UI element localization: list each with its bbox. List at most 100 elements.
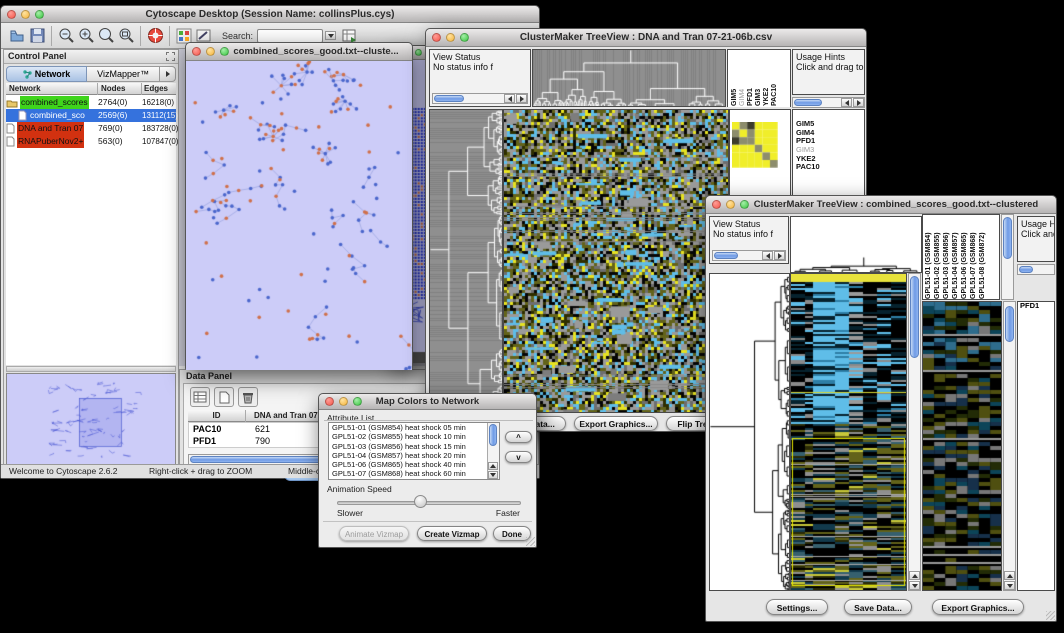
resize-grip[interactable] bbox=[526, 537, 535, 546]
scroll-right-button[interactable] bbox=[774, 251, 785, 260]
attribute-item[interactable]: GPL51-02 (GSM855) heat shock 10 min bbox=[329, 432, 499, 441]
window-controls[interactable] bbox=[325, 397, 362, 406]
new-attribute-icon[interactable] bbox=[214, 387, 234, 407]
zoom-window-icon[interactable] bbox=[460, 33, 469, 42]
tv2-row-dendrogram-canvas[interactable] bbox=[710, 274, 789, 590]
close-icon[interactable] bbox=[192, 47, 201, 56]
tv2-status-hscrollbar[interactable] bbox=[712, 250, 786, 261]
zoom-out-icon[interactable] bbox=[56, 26, 76, 46]
tv2-row-dendrogram[interactable] bbox=[709, 273, 790, 591]
scroll-thumb[interactable] bbox=[489, 424, 497, 446]
move-down-button[interactable]: v bbox=[505, 451, 532, 463]
row-label[interactable]: GIM3 bbox=[796, 146, 864, 155]
scroll-thumb[interactable] bbox=[1003, 217, 1012, 259]
scroll-up-button[interactable] bbox=[1004, 571, 1015, 580]
save-icon[interactable] bbox=[27, 26, 47, 46]
tv2-global-heatmap[interactable] bbox=[790, 273, 907, 591]
row-label[interactable]: PAC10 bbox=[796, 163, 864, 172]
tv2-zoom-heatmap-canvas[interactable] bbox=[923, 302, 1001, 590]
tv2-labels-vscrollbar[interactable] bbox=[1001, 214, 1014, 300]
scroll-down-button[interactable] bbox=[488, 471, 498, 479]
minimize-icon[interactable] bbox=[726, 200, 735, 209]
scroll-thumb[interactable] bbox=[794, 99, 822, 106]
slider-thumb[interactable] bbox=[414, 495, 427, 508]
close-icon[interactable] bbox=[7, 10, 16, 19]
window-controls[interactable] bbox=[712, 200, 749, 209]
tv1-column-dendrogram[interactable] bbox=[532, 49, 726, 107]
col-nodes[interactable]: Nodes bbox=[98, 83, 142, 95]
tv2-zoom-heatmap[interactable] bbox=[922, 301, 1002, 591]
column-label[interactable]: GPL51-08 (GSM872) bbox=[979, 216, 986, 299]
tv1-usage-hscrollbar[interactable] bbox=[792, 97, 865, 108]
minimize-icon[interactable] bbox=[446, 33, 455, 42]
help-lifering-icon[interactable] bbox=[145, 26, 165, 46]
tv2-save-data-button[interactable]: Save Data... bbox=[844, 599, 912, 615]
scroll-thumb[interactable] bbox=[1005, 306, 1014, 342]
window-controls[interactable] bbox=[432, 33, 469, 42]
tv1-cluster-heatmap-canvas[interactable] bbox=[732, 122, 778, 168]
tv1-row-dendrogram[interactable] bbox=[429, 109, 503, 413]
close-icon[interactable] bbox=[432, 33, 441, 42]
network-row-selected[interactable]: combined_sco 2569(6) 13112(15) bbox=[6, 109, 176, 122]
column-label[interactable]: GPL51-06 (GSM865) bbox=[961, 216, 968, 299]
tv1-export-graphics-button[interactable]: Export Graphics... bbox=[574, 416, 658, 431]
resize-grip[interactable] bbox=[1046, 611, 1055, 620]
create-vizmap-button[interactable]: Create Vizmap bbox=[417, 526, 487, 541]
tab-overflow-button[interactable] bbox=[160, 66, 176, 82]
search-dropdown-button[interactable] bbox=[325, 31, 336, 40]
attribute-listbox[interactable]: GPL51-01 (GSM854) heat shock 05 minGPL51… bbox=[328, 422, 500, 480]
dialog-titlebar[interactable]: Map Colors to Network bbox=[319, 394, 536, 410]
network-row[interactable]: RNAPuberNov2+ 563(0) 107847(0) bbox=[6, 135, 176, 148]
scroll-right-button[interactable] bbox=[516, 94, 527, 103]
scroll-thumb[interactable] bbox=[714, 252, 738, 259]
column-label[interactable]: GIM5 bbox=[731, 52, 738, 106]
scroll-left-button[interactable] bbox=[504, 94, 515, 103]
tv2-col-dendrogram-canvas[interactable] bbox=[791, 217, 921, 272]
treeview2-titlebar[interactable]: ClusterMaker TreeView : combined_scores_… bbox=[706, 196, 1056, 214]
col-edges[interactable]: Edges bbox=[142, 83, 180, 95]
minimize-icon[interactable] bbox=[21, 10, 30, 19]
tv2-usage-hscrollbar[interactable] bbox=[1017, 264, 1055, 275]
network-overview-canvas[interactable] bbox=[7, 374, 175, 464]
column-label[interactable]: GIM3 bbox=[755, 52, 762, 106]
scroll-thumb[interactable] bbox=[910, 276, 919, 358]
attribute-item[interactable]: GPL51-06 (GSM865) heat shock 40 min bbox=[329, 460, 499, 469]
tv1-row-dendrogram-canvas[interactable] bbox=[430, 110, 502, 412]
network-row[interactable]: combined_scores 2764(0) 16218(0) bbox=[6, 96, 176, 109]
slider-track[interactable] bbox=[337, 501, 521, 505]
tv2-settings-button[interactable]: Settings... bbox=[766, 599, 828, 615]
float-panel-icon[interactable] bbox=[166, 52, 175, 61]
tv2-zoom-vscrollbar[interactable] bbox=[1003, 301, 1016, 591]
zoom-window-icon[interactable] bbox=[220, 47, 229, 56]
tab-network[interactable]: Network bbox=[6, 66, 87, 82]
column-label[interactable]: PFD1 bbox=[747, 52, 754, 106]
minimize-icon[interactable] bbox=[339, 397, 348, 406]
treeview1-titlebar[interactable]: ClusterMaker TreeView : DNA and Tran 07-… bbox=[426, 29, 866, 47]
column-label[interactable]: YKE2 bbox=[763, 52, 770, 106]
row-label[interactable]: GIM4 bbox=[796, 129, 864, 138]
tv1-col-dendrogram-canvas[interactable] bbox=[533, 50, 725, 106]
tv2-column-dendrogram[interactable] bbox=[790, 216, 922, 273]
zoom-in-icon[interactable] bbox=[76, 26, 96, 46]
tv2-heatmap-canvas[interactable] bbox=[791, 274, 906, 590]
window-controls[interactable] bbox=[192, 47, 229, 56]
zoom-fit-icon[interactable] bbox=[116, 26, 136, 46]
zoom-window-icon[interactable] bbox=[353, 397, 362, 406]
zoom-window-icon[interactable] bbox=[35, 10, 44, 19]
column-label[interactable]: GPL51-01 (GSM854) bbox=[925, 216, 932, 299]
scroll-left-button[interactable] bbox=[841, 98, 852, 107]
column-label[interactable]: GPL51-02 (GSM855) bbox=[934, 216, 941, 299]
scroll-thumb[interactable] bbox=[1019, 266, 1033, 273]
open-file-icon[interactable] bbox=[7, 26, 27, 46]
scroll-down-button[interactable] bbox=[1004, 581, 1015, 590]
move-up-button[interactable]: ^ bbox=[505, 431, 532, 443]
tv1-status-hscrollbar[interactable] bbox=[432, 93, 528, 104]
scroll-left-button[interactable] bbox=[762, 251, 773, 260]
scroll-thumb[interactable] bbox=[434, 95, 464, 102]
col-network[interactable]: Network bbox=[6, 83, 98, 95]
main-titlebar[interactable]: Cytoscape Desktop (Session Name: collins… bbox=[1, 6, 539, 23]
scroll-right-button[interactable] bbox=[853, 98, 864, 107]
attribute-item[interactable]: GPL51-03 (GSM856) heat shock 15 min bbox=[329, 442, 499, 451]
tv2-heatmap-vscrollbar[interactable] bbox=[908, 273, 921, 591]
attribute-item[interactable]: GPL51-07 (GSM868) heat shock 60 min bbox=[329, 469, 499, 478]
